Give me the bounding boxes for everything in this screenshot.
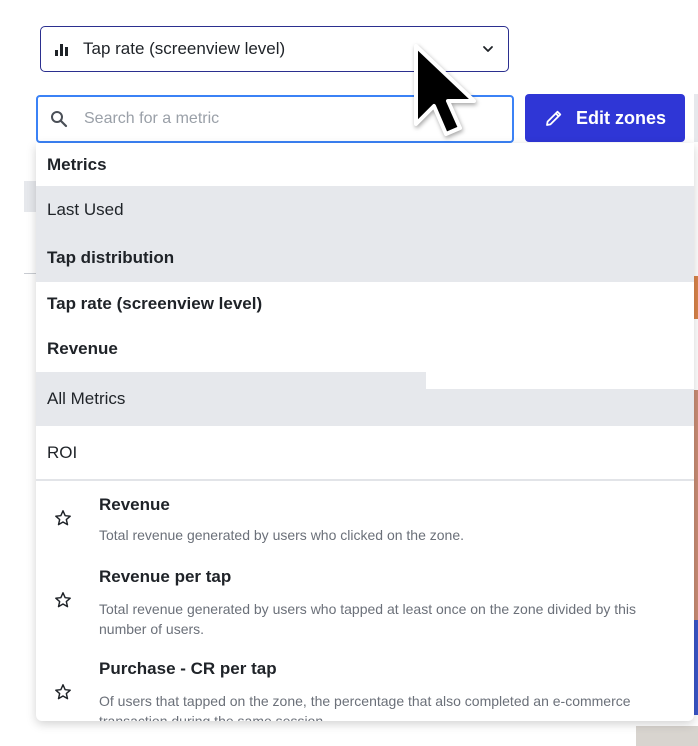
metric-description: Total revenue generated by users who cli… [99,527,465,543]
star-outline-icon[interactable] [54,683,72,701]
metric-title: Revenue [99,495,170,514]
metrics-header-label: Metrics [47,154,107,174]
metric-item-revenue-per-tap[interactable]: Revenue per tap Total revenue generated … [36,555,694,643]
background-divider [24,273,36,274]
metric-item-purchase-cr-per-tap[interactable]: Purchase - CR per tap Of users that tapp… [36,647,694,721]
metric-description: Total revenue generated by users who tap… [99,601,637,637]
category-last-used[interactable]: Last Used [36,186,694,234]
category-roi[interactable]: ROI [36,426,694,479]
bar-chart-icon [55,42,69,56]
highlight-overlap [426,372,694,389]
category-revenue[interactable]: Revenue [36,326,694,372]
metric-description: Of users that tapped on the zone, the pe… [99,693,631,721]
category-label: Tap rate (screenview level) [47,294,263,313]
metric-title: Purchase - CR per tap [99,659,277,678]
category-label: Tap distribution [47,248,175,267]
pencil-icon [546,110,562,126]
edit-zones-label: Edit zones [575,107,666,128]
background-toolbar-strip [24,181,36,212]
metric-item-revenue[interactable]: Revenue Total revenue generated by users… [36,481,694,551]
search-icon [51,111,68,128]
category-label: All Metrics [47,389,126,408]
star-outline-icon[interactable] [54,591,72,609]
category-tap-rate[interactable]: Tap rate (screenview level) [36,282,694,326]
metrics-header: Metrics [36,143,694,186]
metric-dropdown: Metrics Last Used Tap distribution Tap r… [36,143,694,721]
category-label: Revenue [47,339,118,358]
metric-title: Revenue per tap [99,567,232,586]
category-label: ROI [47,442,78,462]
background-edge [694,94,698,142]
category-label: Last Used [47,200,124,219]
star-outline-icon[interactable] [54,509,72,527]
category-tap-distribution[interactable]: Tap distribution [36,234,694,282]
background-image-fragment [636,726,698,746]
edit-zones-button[interactable]: Edit zones [525,94,685,142]
mouse-pointer-icon [414,44,476,136]
